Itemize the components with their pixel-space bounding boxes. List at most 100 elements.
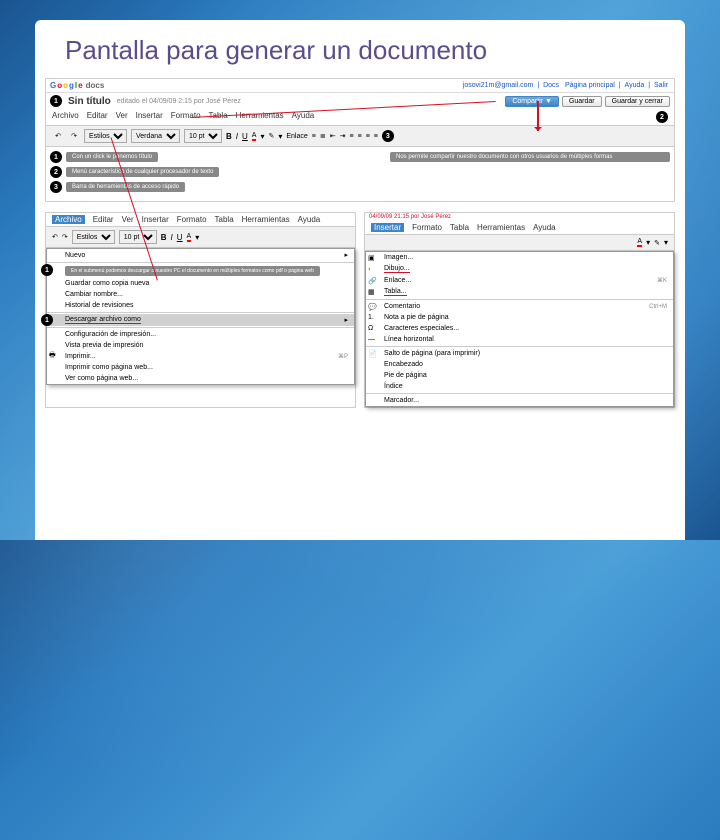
bold-icon[interactable]: B	[161, 233, 167, 242]
dd-caracteres[interactable]: ΩCaracteres especiales...	[366, 323, 673, 334]
comment-icon: 💬	[368, 303, 378, 311]
menu-ayuda-3[interactable]: Ayuda	[533, 223, 556, 232]
link-help[interactable]: Ayuda	[625, 82, 645, 89]
document-title[interactable]: Sin título	[68, 96, 111, 107]
italic-icon[interactable]: I	[171, 233, 173, 242]
callout-4: Nos permite compartir nuestro documento …	[390, 152, 670, 162]
dd-indice[interactable]: Índice	[366, 381, 673, 392]
dd-nuevo[interactable]: Nuevo▸	[47, 249, 354, 261]
dd-enlace[interactable]: 🔗Enlace...⌘K	[366, 275, 673, 286]
menu-ver[interactable]: Ver	[116, 111, 128, 123]
menu-tabla[interactable]: Tabla	[209, 111, 228, 123]
special-char-icon: Ω	[368, 325, 378, 332]
page-break-icon: 📄	[368, 350, 378, 358]
menu-archivo[interactable]: Archivo	[52, 111, 79, 123]
footnote-icon: 1.	[368, 314, 378, 321]
dd-dibujo[interactable]: ◐Dibujo...	[366, 263, 673, 275]
drawing-icon: ◐	[368, 266, 378, 273]
dd-marcador[interactable]: Marcador...	[366, 395, 673, 406]
text-color-icon[interactable]: A	[187, 233, 192, 242]
menu-tabla-3[interactable]: Tabla	[450, 223, 469, 232]
redo-icon[interactable]: ↷	[68, 130, 80, 142]
highlight-icon[interactable]: ✎	[268, 132, 274, 140]
styles-select-2[interactable]: Estilos	[72, 230, 115, 244]
bold-icon[interactable]: B	[226, 132, 232, 141]
dd-imprimir[interactable]: 🖶Imprimir...⌘P	[47, 351, 354, 362]
callout-archivo: En el submenú podemos descargar a nuestr…	[65, 266, 320, 276]
redo-icon[interactable]: ↷	[62, 233, 68, 241]
menu-ayuda-2[interactable]: Ayuda	[298, 215, 321, 224]
highlight-icon[interactable]: ✎	[654, 239, 660, 247]
dd-nota[interactable]: 1.Nota a pie de página	[366, 312, 673, 323]
badge-c3: 3	[50, 181, 62, 193]
user-email: josovi21m@gmail.com	[463, 82, 534, 89]
dd-encabezado[interactable]: Encabezado	[366, 359, 673, 370]
archivo-panel: Archivo Editar Ver Insertar Formato Tabl…	[45, 212, 356, 408]
link-button[interactable]: Enlace	[286, 133, 307, 140]
menu-herramientas-2[interactable]: Herramientas	[242, 215, 290, 224]
save-button[interactable]: Guardar	[562, 96, 602, 107]
menu-formato-3[interactable]: Formato	[412, 223, 442, 232]
styles-select[interactable]: Estilos	[84, 129, 127, 143]
dd-historial[interactable]: Historial de revisiones	[47, 300, 354, 311]
menu-insertar-2[interactable]: Insertar	[142, 215, 169, 224]
outdent-icon[interactable]: ⇤	[330, 132, 336, 140]
font-select[interactable]: Verdana	[131, 129, 180, 143]
menu-insertar[interactable]: Insertar	[136, 111, 163, 123]
share-button[interactable]: Compartir ▼	[505, 96, 559, 107]
menu-formato-2[interactable]: Formato	[177, 215, 207, 224]
dd-linea[interactable]: —Línea horizontal	[366, 334, 673, 345]
link-docs[interactable]: Docs	[543, 82, 559, 89]
print-icon: 🖶	[49, 351, 59, 362]
dd-salto[interactable]: 📄Salto de página (para imprimir)	[366, 348, 673, 359]
align-left-icon[interactable]: ≡	[350, 133, 354, 140]
link-home[interactable]: Página principal	[565, 82, 615, 89]
dd-comentario[interactable]: 💬ComentarioCtrl+M	[366, 301, 673, 312]
link-exit[interactable]: Salir	[654, 82, 668, 89]
align-center-icon[interactable]: ≡	[358, 133, 362, 140]
size-select-2[interactable]: 10 pt	[119, 230, 157, 244]
text-color-icon[interactable]: A	[252, 132, 257, 141]
underline-icon[interactable]: U	[242, 132, 248, 141]
italic-icon[interactable]: I	[236, 132, 238, 141]
menu-ver-2[interactable]: Ver	[122, 215, 134, 224]
menu-editar-2[interactable]: Editar	[93, 215, 114, 224]
text-color-icon[interactable]: A	[637, 238, 642, 247]
dd-ver-web[interactable]: Ver como página web...	[47, 373, 354, 384]
dd-imprimir-web[interactable]: Imprimir como página web...	[47, 362, 354, 373]
dd-descargar[interactable]: 1 Descargar archivo como▸	[47, 314, 354, 326]
save-close-button[interactable]: Guardar y cerrar	[605, 96, 670, 107]
list-num-icon[interactable]: ≡	[312, 133, 316, 140]
menu-editar[interactable]: Editar	[87, 111, 108, 123]
menubar: Archivo Editar Ver Insertar Formato Tabl…	[46, 109, 674, 126]
menu-ayuda[interactable]: Ayuda	[292, 111, 315, 123]
archivo-dropdown: Nuevo▸ 1 En el submenú podemos descargar…	[46, 248, 355, 385]
callout-2: Menú característico de cualquier procesa…	[66, 167, 219, 177]
indent-icon[interactable]: ⇥	[340, 132, 346, 140]
menu-tabla-2[interactable]: Tabla	[215, 215, 234, 224]
menu-herramientas-3[interactable]: Herramientas	[477, 223, 525, 232]
callout-1: Con un click le ponemos título	[66, 152, 158, 162]
badge-c1: 1	[50, 151, 62, 163]
google-docs-logo: Google docs	[50, 81, 104, 90]
dd-vista[interactable]: Vista previa de impresión	[47, 340, 354, 351]
saved-header-small: 04/09/09 21:15 por José Pérez	[365, 213, 674, 221]
size-select[interactable]: 10 pt	[184, 129, 222, 143]
undo-icon[interactable]: ↶	[52, 130, 64, 142]
undo-icon[interactable]: ↶	[52, 233, 58, 241]
menu-archivo-active[interactable]: Archivo	[52, 215, 85, 224]
list-bullet-icon[interactable]: ≣	[320, 132, 326, 140]
docs-header: Google docs josovi21m@gmail.com | Docs P…	[46, 79, 674, 93]
underline-icon[interactable]: U	[177, 233, 183, 242]
dd-imagen[interactable]: ▣Imagen...	[366, 252, 673, 263]
arrow-share	[537, 101, 539, 131]
badge-1: 1	[50, 95, 62, 107]
align-just-icon[interactable]: ≡	[374, 133, 378, 140]
dd-tabla[interactable]: ▦Tabla...	[366, 286, 673, 298]
dd-config[interactable]: Configuración de impresión...	[47, 329, 354, 340]
menu-insertar-active[interactable]: Insertar	[371, 223, 404, 232]
dd-cambiar[interactable]: Cambiar nombre...	[47, 289, 354, 300]
dd-guardar-copia[interactable]: Guardar como copia nueva	[47, 278, 354, 289]
align-right-icon[interactable]: ≡	[366, 133, 370, 140]
dd-pie[interactable]: Pie de página	[366, 370, 673, 381]
